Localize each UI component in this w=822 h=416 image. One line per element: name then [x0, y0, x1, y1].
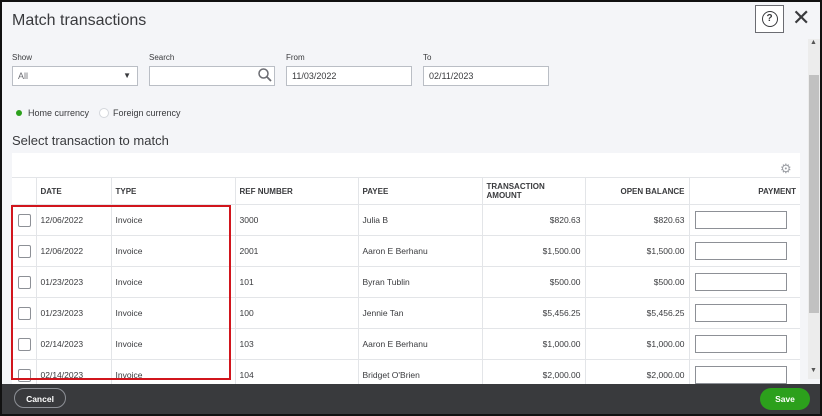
cell-date: 12/06/2022 [35, 235, 111, 267]
currency-radio-group: Home currency Foreign currency [16, 108, 181, 118]
cell-date: 01/23/2023 [35, 266, 111, 298]
table-row[interactable]: 12/06/2022 Invoice 2001 Aaron E Berhanu … [12, 235, 800, 267]
match-transactions-dialog: Match transactions ? ✕ ▲ ▼ Show All ▼ Se… [0, 0, 822, 416]
payment-input[interactable] [694, 304, 787, 322]
cell-ref: 3000 [234, 204, 358, 236]
payment-input[interactable] [694, 211, 787, 229]
cell-amount: $500.00 [481, 266, 585, 298]
dialog-title: Match transactions [12, 12, 147, 29]
cell-ref: 104 [234, 359, 358, 384]
scroll-thumb[interactable] [809, 75, 819, 313]
chevron-down-icon: ▼ [123, 71, 131, 80]
cell-date: 02/14/2023 [35, 328, 111, 360]
row-checkbox[interactable] [18, 368, 31, 382]
cell-date: 12/06/2022 [35, 204, 111, 236]
payment-input[interactable] [694, 273, 787, 291]
cell-type: Invoice [110, 204, 235, 236]
scroll-down-icon[interactable]: ▼ [810, 367, 817, 374]
home-currency-label[interactable]: Home currency [28, 108, 89, 118]
header-type[interactable]: TYPE [110, 177, 235, 205]
table-header-row: DATE TYPE REF NUMBER PAYEE TRANSACTION A… [12, 177, 800, 205]
cell-balance: $1,000.00 [584, 328, 689, 360]
cell-ref: 2001 [234, 235, 358, 267]
cell-balance: $1,500.00 [584, 235, 689, 267]
header-date[interactable]: DATE [35, 177, 111, 205]
cell-type: Invoice [110, 328, 235, 360]
cell-amount: $1,500.00 [481, 235, 585, 267]
payment-input[interactable] [694, 335, 787, 353]
cell-amount: $2,000.00 [481, 359, 585, 384]
show-value: All [18, 71, 29, 81]
cell-type: Invoice [110, 297, 235, 329]
show-select[interactable]: All ▼ [12, 66, 138, 86]
cell-payee: Aaron E Berhanu [357, 328, 482, 360]
cell-ref: 100 [234, 297, 358, 329]
header-payment[interactable]: PAYMENT [688, 177, 800, 205]
cell-amount: $1,000.00 [481, 328, 585, 360]
row-checkbox[interactable] [18, 337, 31, 351]
cell-type: Invoice [110, 235, 235, 267]
from-label: From [286, 53, 305, 62]
table-row[interactable]: 02/14/2023 Invoice 104 Bridget O'Brien $… [12, 359, 800, 384]
search-icon[interactable] [256, 66, 274, 84]
from-value: 11/03/2022 [292, 71, 337, 81]
header-payee[interactable]: PAYEE [357, 177, 482, 205]
cell-type: Invoice [110, 359, 235, 384]
table-row[interactable]: 02/14/2023 Invoice 103 Aaron E Berhanu $… [12, 328, 800, 360]
cell-ref: 103 [234, 328, 358, 360]
cell-balance: $820.63 [584, 204, 689, 236]
cancel-button[interactable]: Cancel [14, 388, 66, 408]
home-currency-radio[interactable] [16, 110, 22, 116]
cell-balance: $500.00 [584, 266, 689, 298]
foreign-currency-radio[interactable] [99, 108, 110, 118]
help-icon: ? [761, 11, 778, 27]
payment-input[interactable] [694, 366, 787, 384]
show-label: Show [12, 53, 33, 62]
close-icon[interactable]: ✕ [792, 6, 810, 30]
transactions-table: DATE TYPE REF NUMBER PAYEE TRANSACTION A… [12, 177, 800, 384]
dialog-footer: Cancel Save [2, 384, 820, 414]
cell-date: 01/23/2023 [35, 297, 111, 329]
table-row[interactable]: 01/23/2023 Invoice 100 Jennie Tan $5,456… [12, 297, 800, 329]
section-heading: Select transaction to match [12, 133, 169, 148]
search-label: Search [149, 53, 175, 62]
foreign-currency-label[interactable]: Foreign currency [113, 108, 181, 118]
cell-payee: Byran Tublin [357, 266, 482, 298]
header-transaction-amount[interactable]: TRANSACTION AMOUNT [481, 177, 585, 205]
row-checkbox[interactable] [18, 244, 31, 258]
cell-type: Invoice [110, 266, 235, 298]
cell-ref: 101 [234, 266, 358, 298]
cell-balance: $2,000.00 [584, 359, 689, 384]
cell-amount: $820.63 [481, 204, 585, 236]
row-checkbox[interactable] [18, 275, 31, 289]
cell-date: 02/14/2023 [35, 359, 111, 384]
table-row[interactable]: 12/06/2022 Invoice 3000 Julia B $820.63 … [12, 204, 800, 236]
header-ref-number[interactable]: REF NUMBER [234, 177, 358, 205]
cell-payee: Bridget O'Brien [357, 359, 482, 384]
header-select [12, 177, 36, 205]
to-date-input[interactable]: 02/11/2023 [423, 66, 549, 86]
help-button[interactable]: ? [755, 5, 784, 33]
from-date-input[interactable]: 11/03/2022 [286, 66, 412, 86]
cell-payee: Jennie Tan [357, 297, 482, 329]
header-open-balance[interactable]: OPEN BALANCE [584, 177, 689, 205]
table-row[interactable]: 01/23/2023 Invoice 101 Byran Tublin $500… [12, 266, 800, 298]
cell-payee: Aaron E Berhanu [357, 235, 482, 267]
dialog-header: Match transactions ? ✕ [2, 2, 820, 39]
cell-amount: $5,456.25 [481, 297, 585, 329]
to-value: 02/11/2023 [429, 71, 474, 81]
row-checkbox[interactable] [18, 306, 31, 320]
payment-input[interactable] [694, 242, 787, 260]
save-button[interactable]: Save [760, 388, 810, 410]
scroll-up-icon[interactable]: ▲ [810, 39, 817, 46]
vertical-scrollbar[interactable]: ▲ ▼ [808, 39, 820, 379]
to-label: To [423, 53, 432, 62]
cell-payee: Julia B [357, 204, 482, 236]
gear-icon[interactable]: ⚙ [780, 161, 792, 177]
cell-balance: $5,456.25 [584, 297, 689, 329]
row-checkbox[interactable] [18, 213, 31, 227]
transactions-table-container: ⚙ DATE TYPE REF NUMBER PAYEE TRANSACTION… [12, 153, 800, 384]
